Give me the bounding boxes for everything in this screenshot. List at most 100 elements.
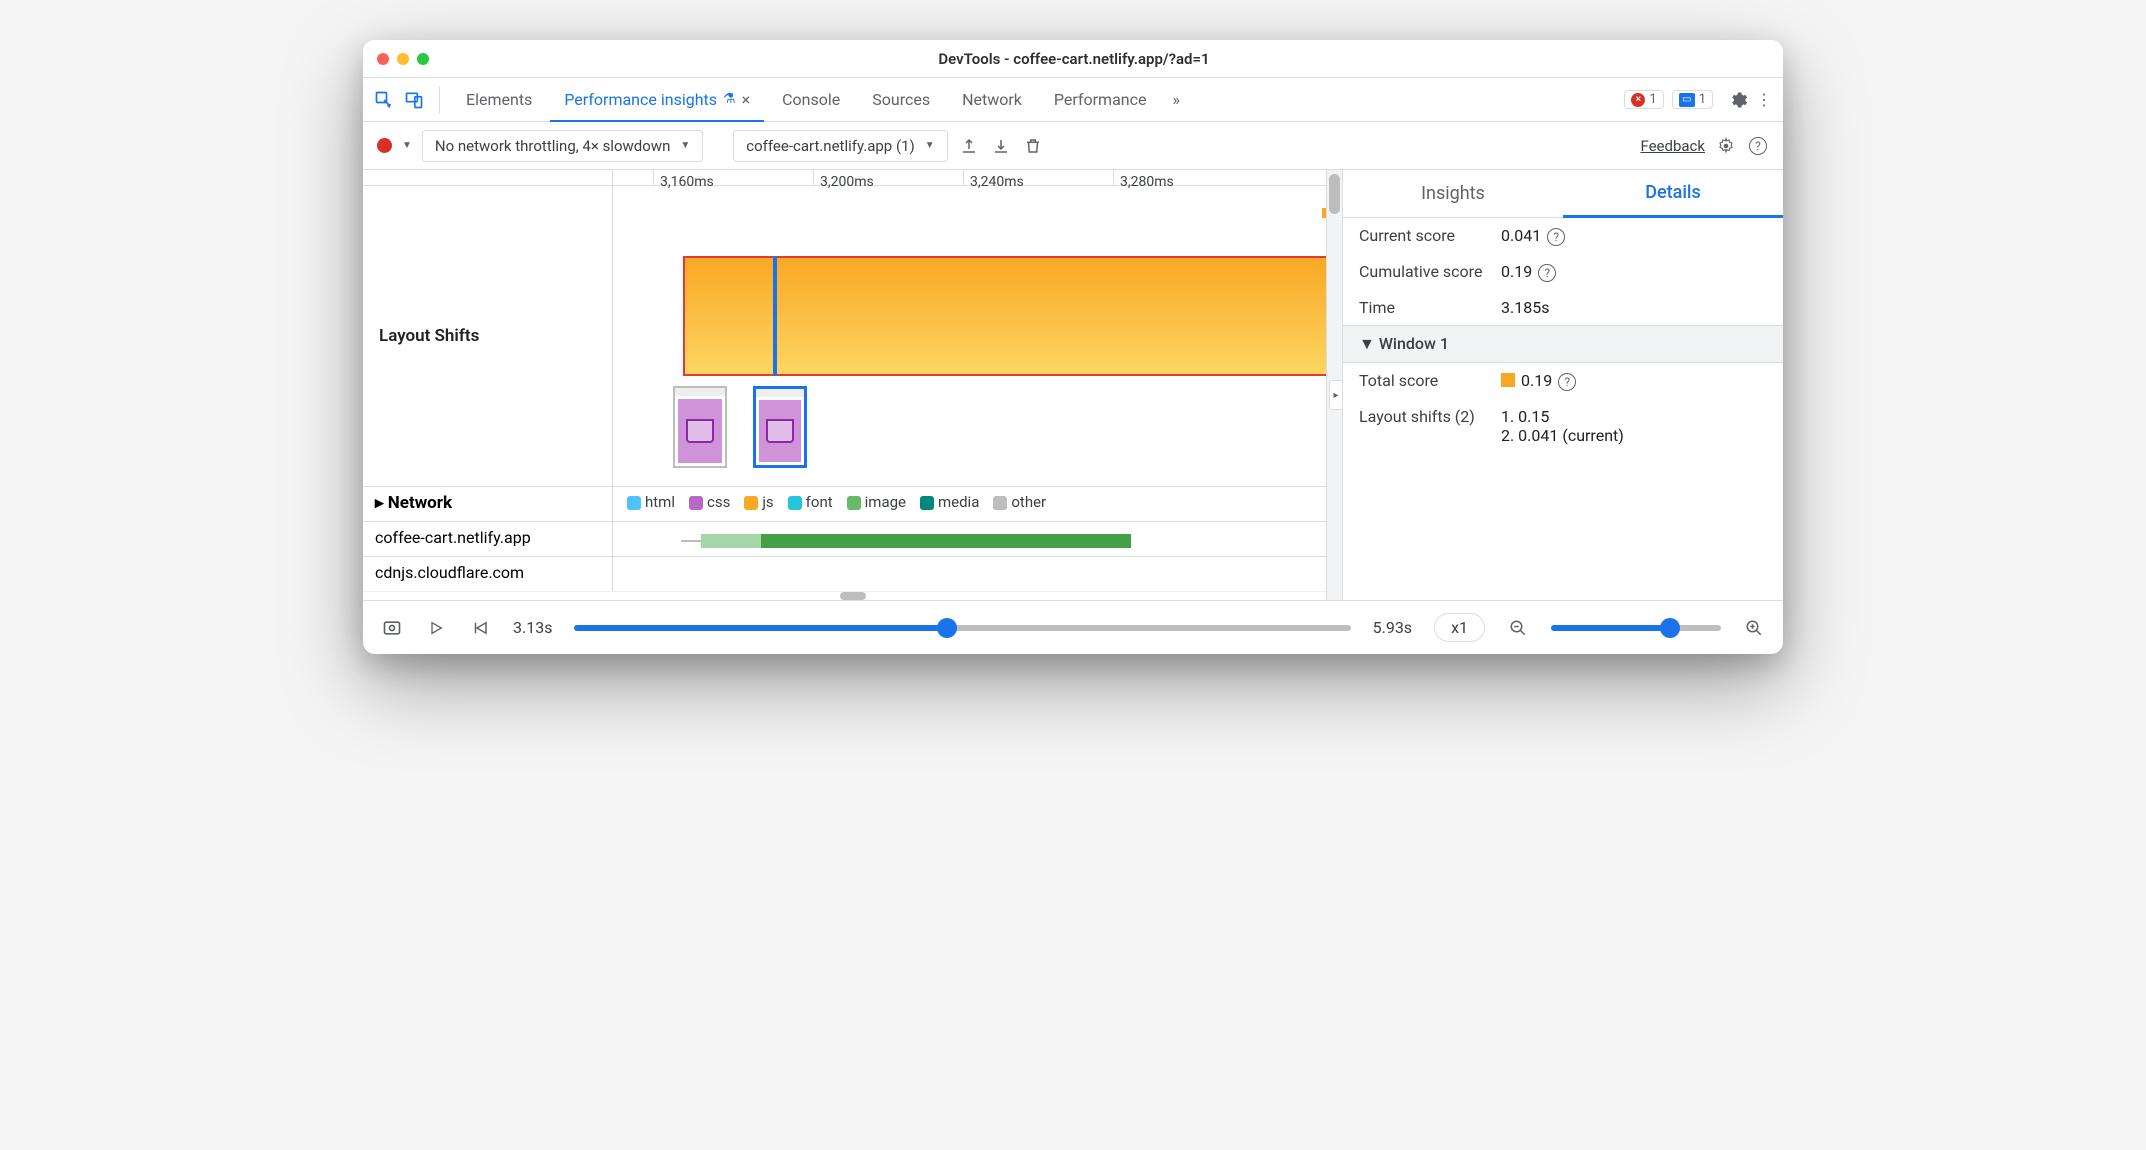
legend-font: font	[788, 493, 833, 511]
layout-shifts-row: Layout Shifts	[363, 186, 1342, 487]
export-icon[interactable]	[958, 135, 980, 157]
host-track[interactable]	[613, 557, 1342, 591]
zoom-in-icon[interactable]	[1743, 617, 1765, 639]
ruler-ticks[interactable]: 3,160ms 3,200ms 3,240ms 3,280ms	[613, 170, 1342, 185]
inspect-icon[interactable]	[371, 87, 397, 113]
kv-total-score: Total score 0.19?	[1343, 363, 1783, 399]
host-label[interactable]: coffee-cart.netlify.app	[363, 522, 613, 556]
help-icon[interactable]: ?	[1547, 228, 1565, 246]
playback-bar: 3.13s 5.93s x1	[363, 600, 1783, 654]
timeline-slider[interactable]	[574, 625, 1350, 631]
swatch-other	[993, 496, 1007, 510]
session-dropdown[interactable]: coffee-cart.netlify.app (1) ▼	[733, 130, 947, 162]
message-badge[interactable]: ▭1	[1672, 90, 1713, 109]
shift-item[interactable]: 1. 0.15	[1501, 407, 1624, 426]
message-icon: ▭	[1679, 93, 1695, 107]
ruler-tick: 3,240ms	[963, 170, 1030, 185]
tab-label: Performance insights	[564, 90, 717, 109]
score-swatch-icon	[1501, 373, 1515, 387]
preview-icon[interactable]	[381, 617, 403, 639]
rewind-icon[interactable]	[469, 617, 491, 639]
zoom-out-icon[interactable]	[1507, 617, 1529, 639]
kebab-menu-icon[interactable]: ⋮	[1753, 89, 1775, 111]
delete-icon[interactable]	[1022, 135, 1044, 157]
host-label[interactable]: cdnjs.cloudflare.com	[363, 557, 613, 591]
ruler-gutter	[363, 170, 613, 185]
window-section-header[interactable]: ▼ Window 1	[1343, 325, 1783, 363]
request-bar[interactable]	[681, 534, 1131, 548]
layout-shifts-label: Layout Shifts	[363, 186, 613, 486]
swatch-js	[744, 496, 758, 510]
details-pane: ▸ Insights Details Current score 0.041? …	[1343, 170, 1783, 600]
legend-html: html	[627, 493, 675, 511]
titlebar: DevTools - coffee-cart.netlify.app/?ad=1	[363, 40, 1783, 78]
cup-icon	[686, 419, 714, 443]
window-controls	[377, 53, 429, 65]
minimize-dot[interactable]	[397, 53, 409, 65]
timeline-start: 3.13s	[513, 618, 552, 637]
zoom-dot[interactable]	[417, 53, 429, 65]
close-tab-icon[interactable]: ×	[742, 90, 751, 109]
kv-cumulative-score: Cumulative score 0.19?	[1343, 254, 1783, 290]
layout-shifts-track[interactable]	[613, 186, 1342, 486]
more-tabs-icon[interactable]: »	[1164, 90, 1188, 109]
ruler-tick: 3,280ms	[1113, 170, 1180, 185]
tab-console[interactable]: Console	[768, 78, 854, 122]
tab-performance[interactable]: Performance	[1040, 78, 1161, 122]
insights-toolbar: ▼ No network throttling, 4× slowdown ▼ c…	[363, 122, 1783, 170]
import-icon[interactable]	[990, 135, 1012, 157]
tab-details[interactable]: Details	[1563, 170, 1783, 218]
tab-insights[interactable]: Insights	[1343, 170, 1563, 217]
help-icon[interactable]: ?	[1558, 373, 1576, 391]
screenshot-thumb-selected[interactable]	[753, 386, 807, 468]
horizontal-scrollbar[interactable]	[363, 591, 1342, 600]
highlight-box	[683, 256, 1334, 376]
legend-js: js	[744, 493, 773, 511]
kv-layout-shifts: Layout shifts (2) 1. 0.15 2. 0.041 (curr…	[1343, 399, 1783, 453]
help-icon[interactable]: ?	[1538, 264, 1556, 282]
feedback-link[interactable]: Feedback	[1640, 137, 1705, 155]
tab-network[interactable]: Network	[948, 78, 1036, 122]
session-value: coffee-cart.netlify.app (1)	[746, 137, 914, 155]
settings-icon[interactable]	[1727, 89, 1749, 111]
tab-elements[interactable]: Elements	[452, 78, 546, 122]
record-button[interactable]	[377, 138, 392, 153]
kv-current-score: Current score 0.041?	[1343, 218, 1783, 254]
help-icon[interactable]: ?	[1747, 135, 1769, 157]
window-title: DevTools - coffee-cart.netlify.app/?ad=1	[429, 50, 1719, 68]
timeline-end: 5.93s	[1373, 618, 1412, 637]
speed-pill[interactable]: x1	[1434, 613, 1485, 642]
screenshot-thumb[interactable]	[673, 386, 727, 468]
network-host-row: coffee-cart.netlify.app	[363, 522, 1342, 557]
expand-pane-icon[interactable]: ▸	[1329, 380, 1343, 410]
tab-sources[interactable]: Sources	[858, 78, 944, 122]
details-tabs: Insights Details	[1343, 170, 1783, 218]
device-toggle-icon[interactable]	[401, 87, 427, 113]
timeline-pane: 3,160ms 3,200ms 3,240ms 3,280ms Layout S…	[363, 170, 1343, 600]
time-ruler: 3,160ms 3,200ms 3,240ms 3,280ms	[363, 170, 1342, 186]
network-host-row: cdnjs.cloudflare.com	[363, 557, 1342, 591]
panel-tabs: Elements Performance insights ⚗ × Consol…	[363, 78, 1783, 122]
error-badge[interactable]: ×1	[1624, 90, 1663, 109]
kv-time: Time 3.185s	[1343, 290, 1783, 325]
legend-media: media	[920, 493, 979, 511]
shift-item-current[interactable]: 2. 0.041 (current)	[1501, 426, 1624, 445]
close-dot[interactable]	[377, 53, 389, 65]
legend-image: image	[847, 493, 906, 511]
legend-other: other	[993, 493, 1046, 511]
tab-performance-insights[interactable]: Performance insights ⚗ ×	[550, 78, 764, 122]
host-track[interactable]	[613, 522, 1342, 556]
zoom-slider[interactable]	[1551, 625, 1721, 631]
experiment-icon: ⚗	[723, 91, 736, 107]
record-menu-icon[interactable]: ▼	[402, 140, 412, 151]
error-icon: ×	[1631, 93, 1645, 107]
network-label[interactable]: ▸ Network	[363, 487, 613, 521]
chevron-down-icon: ▼	[925, 140, 935, 151]
swatch-image	[847, 496, 861, 510]
network-header-row: ▸ Network html css js font image media o…	[363, 487, 1342, 522]
play-icon[interactable]	[425, 617, 447, 639]
ruler-tick: 3,160ms	[653, 170, 720, 185]
playhead-line[interactable]	[773, 256, 777, 376]
throttling-dropdown[interactable]: No network throttling, 4× slowdown ▼	[422, 130, 703, 162]
panel-settings-icon[interactable]	[1715, 135, 1737, 157]
